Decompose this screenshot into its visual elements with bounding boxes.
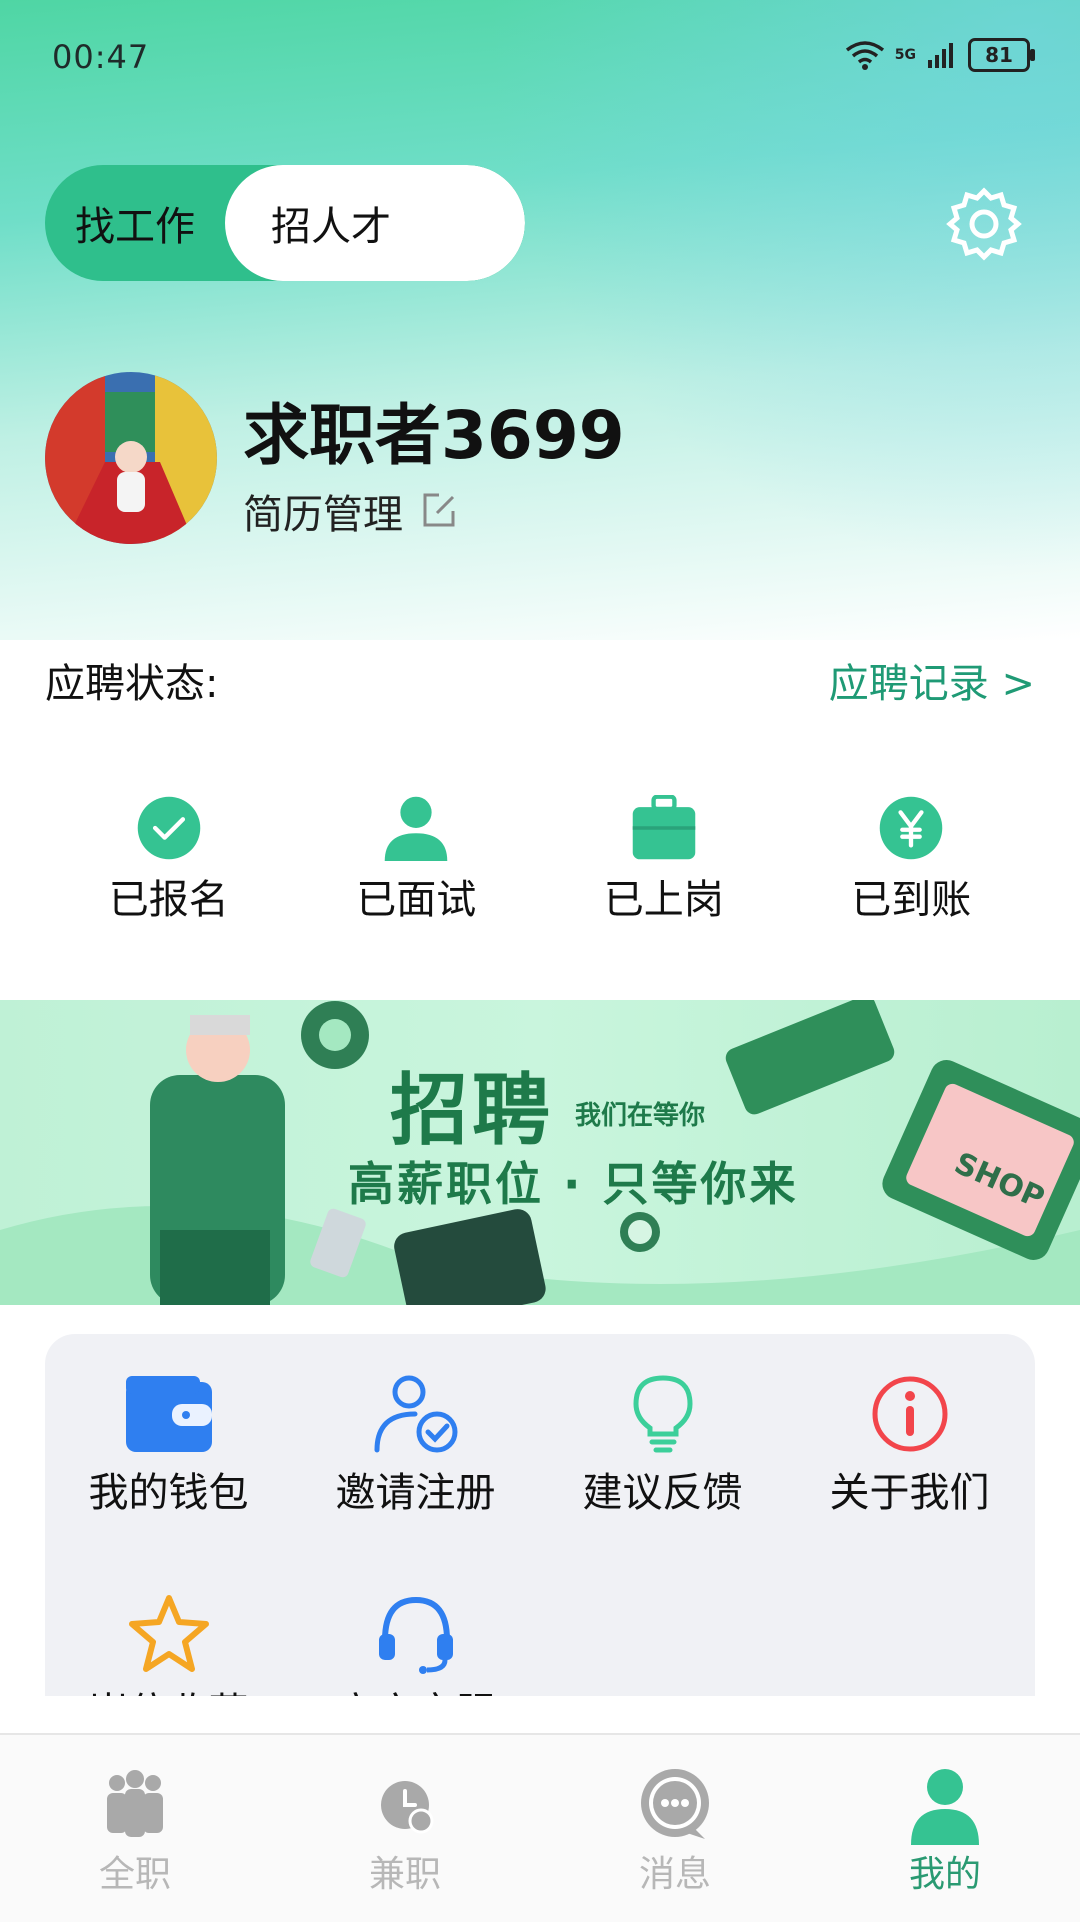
group-icon <box>107 1770 163 1837</box>
application-status-grid: 已报名 已面试 已上岗 已到账 <box>45 795 1035 925</box>
menu-label: 岗位收藏 <box>89 1680 249 1696</box>
menu-label: 关于我们 <box>829 1470 990 1516</box>
user-name: 求职者3699 <box>243 397 625 474</box>
menu-item-about[interactable]: 关于我们 <box>786 1374 1033 1594</box>
profile-section: 求职者3699 简历管理 <box>45 372 1035 547</box>
star-icon <box>128 1595 209 1672</box>
status-label: 已到账 <box>851 877 972 923</box>
status-label: 已面试 <box>356 877 477 923</box>
menu-card: 我的钱包 邀请注册 建议反馈 关于我们 <box>45 1334 1035 1696</box>
menu-label: 建议反馈 <box>582 1470 743 1516</box>
role-toggle[interactable]: 找工作 招人才 <box>45 165 525 281</box>
application-records-link[interactable]: 应聘记录 > <box>829 651 1035 709</box>
status-interviewed[interactable]: 已面试 <box>316 795 516 925</box>
settings-gear-icon[interactable] <box>946 186 1022 262</box>
nav-messages[interactable]: 消息 <box>540 1735 810 1922</box>
banner-subtitle-small: 我们在等你 <box>575 1101 706 1131</box>
application-status-label: 应聘状态: <box>45 661 219 707</box>
battery-icon: 81 <box>968 38 1035 72</box>
lightbulb-icon <box>632 1375 693 1453</box>
menu-grid: 我的钱包 邀请注册 建议反馈 关于我们 <box>45 1374 1035 1696</box>
wallet-icon <box>125 1376 212 1452</box>
chat-icon <box>641 1769 709 1839</box>
avatar[interactable] <box>45 372 217 544</box>
wifi-icon <box>845 41 884 70</box>
banner-title: 招聘 <box>390 1066 555 1156</box>
edit-icon <box>423 493 455 527</box>
network-type: 5G <box>894 47 916 63</box>
nav-parttime[interactable]: 兼职 <box>270 1735 540 1922</box>
resume-label: 简历管理 <box>243 492 403 538</box>
find-job-tab[interactable]: 找工作 <box>45 165 225 281</box>
menu-label: 我的钱包 <box>88 1470 249 1516</box>
nav-mine[interactable]: 我的 <box>810 1735 1080 1922</box>
status-label: 已上岗 <box>603 877 724 923</box>
clock-yen-icon <box>381 1781 434 1834</box>
status-icons: 5G 81 <box>845 38 1035 72</box>
person-icon <box>384 796 448 861</box>
status-label: 已报名 <box>108 877 229 923</box>
resume-manage-link[interactable]: 简历管理 <box>243 482 459 540</box>
yen-icon <box>879 796 943 860</box>
invite-user-icon <box>374 1375 457 1453</box>
briefcase-icon <box>632 795 696 860</box>
hire-talent-tab[interactable]: 招人才 <box>225 165 525 281</box>
user-icon <box>911 1769 979 1845</box>
nav-label: 全职 <box>98 1854 171 1895</box>
status-registered[interactable]: 已报名 <box>69 795 269 925</box>
menu-item-support[interactable]: 官方客服 <box>292 1594 539 1696</box>
headset-icon <box>378 1596 453 1674</box>
banner-subtitle: 高薪职位 · 只等你来 <box>348 1157 799 1211</box>
menu-item-favorites[interactable]: 岗位收藏 <box>45 1594 292 1696</box>
info-icon <box>872 1376 947 1452</box>
nav-label: 我的 <box>908 1854 981 1895</box>
recruit-banner[interactable]: SHOP 招聘 我们在等你 高薪职位 · 只等你来 <box>0 1000 1080 1305</box>
bottom-nav: 全职 兼职 消息 我的 <box>0 1733 1080 1922</box>
menu-label: 官方客服 <box>336 1680 496 1696</box>
status-onboard[interactable]: 已上岗 <box>564 795 764 925</box>
nav-label: 消息 <box>638 1854 711 1895</box>
menu-item-feedback[interactable]: 建议反馈 <box>539 1374 786 1594</box>
status-time: 00:47 <box>52 38 150 76</box>
nav-label: 兼职 <box>368 1854 441 1895</box>
menu-item-wallet[interactable]: 我的钱包 <box>45 1374 292 1594</box>
menu-item-invite[interactable]: 邀请注册 <box>292 1374 539 1594</box>
nav-fulltime[interactable]: 全职 <box>0 1735 270 1922</box>
signal-icon <box>928 43 953 68</box>
check-circle-icon <box>137 796 201 860</box>
status-bar: 00:47 5G 81 <box>0 0 1080 110</box>
menu-label: 邀请注册 <box>335 1470 496 1516</box>
application-status-row: 应聘状态: 应聘记录 > <box>45 650 1035 710</box>
status-paid[interactable]: 已到账 <box>811 795 1011 925</box>
